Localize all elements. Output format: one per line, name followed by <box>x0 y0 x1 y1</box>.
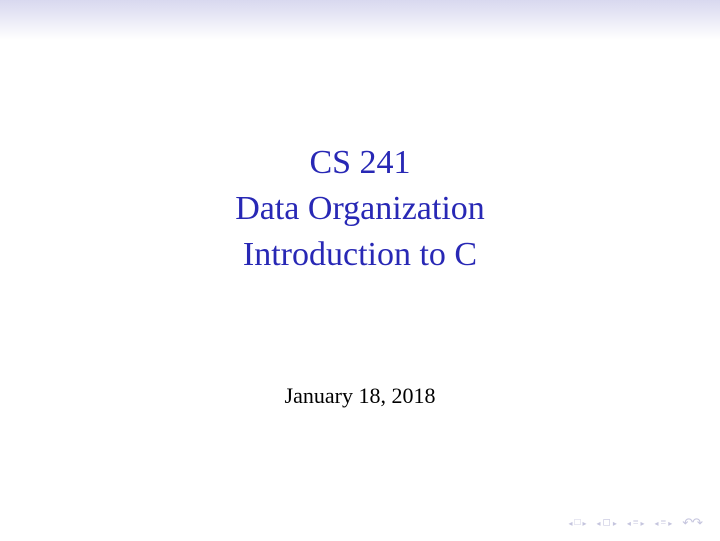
slide-content: CS 241 Data Organization Introduction to… <box>0 40 720 409</box>
slide-title: CS 241 Data Organization Introduction to… <box>235 140 485 278</box>
nav-group-frame[interactable]: ◂ □ ▸ <box>568 518 586 528</box>
nav-group-slide[interactable]: ◂ ≡ ▸ <box>655 518 673 528</box>
title-line-3: Introduction to C <box>235 232 485 278</box>
nav-group-section[interactable]: ◂ ◻ ▸ <box>597 518 617 528</box>
section-icon: ◻ <box>603 518 611 528</box>
next-subsection-icon: ▸ <box>641 519 645 528</box>
title-line-2: Data Organization <box>235 186 485 232</box>
next-section-icon: ▸ <box>613 519 617 528</box>
frame-icon: □ <box>574 518 580 528</box>
beamer-nav-bar: ◂ □ ▸ ◂ ◻ ▸ ◂ ≡ ▸ ◂ ≡ ▸ ↶↷ <box>568 515 702 531</box>
undo-redo-icon[interactable]: ↶↷ <box>682 515 702 531</box>
subsection-icon: ≡ <box>633 518 639 528</box>
slide-date: January 18, 2018 <box>285 383 436 409</box>
prev-subsection-icon: ◂ <box>627 519 631 528</box>
prev-section-icon: ◂ <box>597 519 601 528</box>
title-line-1: CS 241 <box>235 140 485 186</box>
nav-group-subsection[interactable]: ◂ ≡ ▸ <box>627 518 645 528</box>
prev-frame-icon: ◂ <box>568 519 572 528</box>
slide-icon: ≡ <box>661 518 667 528</box>
prev-slide-icon: ◂ <box>655 519 659 528</box>
next-frame-icon: ▸ <box>583 519 587 528</box>
next-slide-icon: ▸ <box>668 519 672 528</box>
header-gradient <box>0 0 720 40</box>
